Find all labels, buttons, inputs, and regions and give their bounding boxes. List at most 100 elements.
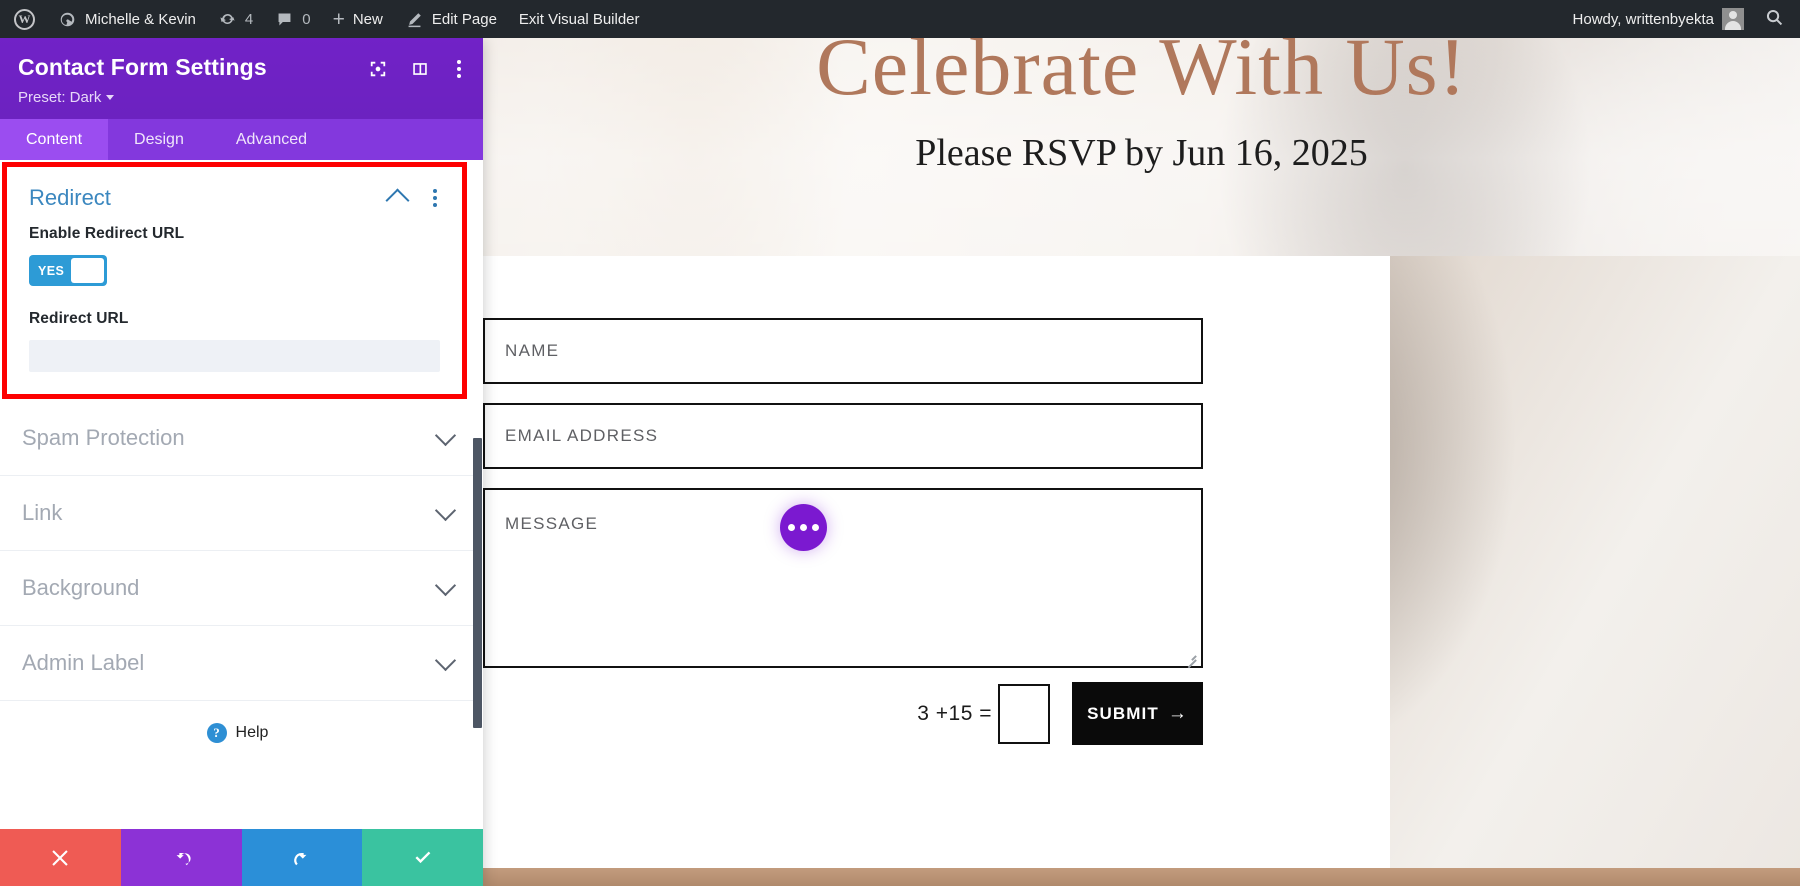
panel-title: Contact Form Settings <box>18 54 267 80</box>
panel-header: Contact Form Settings Preset: Dark <box>0 38 483 120</box>
visual-builder-fab-button[interactable] <box>780 504 827 551</box>
focus-target-icon[interactable] <box>369 60 387 78</box>
submit-button[interactable]: SUBMIT → <box>1072 682 1203 745</box>
bottom-color-strip <box>483 868 1800 886</box>
avatar <box>1722 8 1744 30</box>
wordpress-logo-button[interactable] <box>0 0 47 38</box>
redirect-section-highlight: Redirect Enable Redirect URL YES Redirec… <box>2 162 467 400</box>
spam-protection-label: Spam Protection <box>22 425 185 451</box>
chevron-up-icon[interactable] <box>385 188 410 213</box>
toggle-value-label: YES <box>38 263 65 278</box>
tab-content[interactable]: Content <box>0 119 109 161</box>
arrow-right-icon: → <box>1167 703 1188 724</box>
sidebar-item-spam-protection[interactable]: Spam Protection <box>0 401 475 477</box>
more-dots-icon <box>788 524 795 531</box>
comments-count: 0 <box>302 10 311 28</box>
preset-label: Preset: Dark <box>18 89 102 107</box>
search-button[interactable] <box>1755 0 1800 38</box>
wordpress-logo-icon <box>14 8 35 30</box>
site-name-label: Michelle & Kevin <box>85 10 196 28</box>
contact-form-module: NAME EMAIL ADDRESS MESSAGE 3 +15 = SUBMI… <box>483 256 1390 868</box>
comments-icon <box>275 10 294 29</box>
panel-tabs: Content Design Advanced <box>0 119 483 161</box>
captcha-question: 3 +15 = <box>917 701 992 725</box>
page-title: Celebrate With Us! <box>816 38 1467 112</box>
page-subtitle: Please RSVP by Jun 16, 2025 <box>915 132 1368 174</box>
chevron-down-icon <box>106 95 115 101</box>
admin-label-label: Admin Label <box>22 650 145 676</box>
plus-icon: + <box>332 7 345 31</box>
updates-icon <box>218 10 237 29</box>
layout-panel-icon[interactable] <box>411 60 429 78</box>
redirect-section-title: Redirect <box>29 185 111 211</box>
site-name-menu[interactable]: Michelle & Kevin <box>47 0 207 38</box>
redo-icon <box>294 852 307 865</box>
page-preview: Celebrate With Us! Please RSVP by Jun 16… <box>483 38 1800 886</box>
panel-scrollbar[interactable] <box>473 438 482 729</box>
captcha-group: 3 +15 = <box>917 683 1050 744</box>
redirect-url-input[interactable] <box>29 340 440 373</box>
dashboard-icon <box>58 10 77 29</box>
close-x-icon <box>52 849 69 866</box>
help-label: Help <box>235 724 269 742</box>
hero-section: Celebrate With Us! Please RSVP by Jun 16… <box>483 38 1800 256</box>
enable-redirect-label: Enable Redirect URL <box>29 225 185 243</box>
checkmark-icon <box>415 851 430 863</box>
cancel-button[interactable] <box>0 829 121 886</box>
visual-builder-screen: Michelle & Kevin 4 0 + New Edit Page Exi… <box>0 0 1800 886</box>
redirect-url-label: Redirect URL <box>29 310 129 328</box>
link-label: Link <box>22 500 63 526</box>
sidebar-item-admin-label[interactable]: Admin Label <box>0 626 475 702</box>
exit-visual-builder-label: Exit Visual Builder <box>518 10 640 28</box>
account-menu[interactable]: Howdy, writtenbyekta <box>1562 0 1755 38</box>
undo-icon <box>176 852 191 865</box>
resize-grip-icon[interactable] <box>1184 650 1198 664</box>
tab-advanced[interactable]: Advanced <box>210 119 333 160</box>
captcha-input[interactable] <box>998 683 1050 744</box>
wp-admin-bar: Michelle & Kevin 4 0 + New Edit Page Exi… <box>0 0 1800 38</box>
email-field[interactable]: EMAIL ADDRESS <box>483 403 1203 469</box>
form-footer-row: 3 +15 = SUBMIT → <box>483 682 1203 745</box>
sidebar-item-background[interactable]: Background <box>0 551 475 627</box>
background-label: Background <box>22 575 140 601</box>
name-field[interactable]: NAME <box>483 318 1203 384</box>
exit-visual-builder-button[interactable]: Exit Visual Builder <box>508 0 651 38</box>
redo-button[interactable] <box>241 829 363 886</box>
message-field[interactable]: MESSAGE <box>483 488 1203 668</box>
chevron-down-icon <box>434 574 457 597</box>
panel-footer-toolbar <box>0 829 483 886</box>
updates-button[interactable]: 4 <box>207 0 264 38</box>
module-settings-panel: Contact Form Settings Preset: Dark Conte… <box>0 38 483 886</box>
chevron-down-icon <box>434 499 457 522</box>
toggle-knob <box>71 258 104 284</box>
updates-count: 4 <box>244 10 254 28</box>
message-placeholder: MESSAGE <box>505 514 599 533</box>
redirect-options-icon[interactable] <box>428 187 442 209</box>
submit-label: SUBMIT <box>1087 703 1159 723</box>
sidebar-item-link[interactable]: Link <box>0 476 475 552</box>
help-button[interactable]: ? Help <box>0 701 475 764</box>
chevron-down-icon <box>434 649 457 672</box>
tab-design[interactable]: Design <box>108 119 210 160</box>
more-options-icon[interactable] <box>453 58 465 80</box>
email-placeholder: EMAIL ADDRESS <box>505 426 659 445</box>
question-mark-icon: ? <box>206 723 227 744</box>
new-content-button[interactable]: + New <box>322 0 394 38</box>
enable-redirect-field: Enable Redirect URL YES Redirect URL <box>7 225 462 394</box>
search-icon <box>1765 8 1784 31</box>
preset-selector[interactable]: Preset: Dark <box>18 89 115 107</box>
panel-scroll-area: Redirect Enable Redirect URL YES Redirec… <box>0 160 475 829</box>
save-button[interactable] <box>362 829 483 886</box>
redirect-section-header[interactable]: Redirect <box>7 167 462 225</box>
edit-page-label: Edit Page <box>431 10 497 28</box>
new-label: New <box>352 10 383 28</box>
edit-page-button[interactable]: Edit Page <box>394 0 508 38</box>
comments-button[interactable]: 0 <box>264 0 321 38</box>
name-placeholder: NAME <box>505 341 560 360</box>
chevron-down-icon <box>434 424 457 447</box>
howdy-label: Howdy, writtenbyekta <box>1572 10 1714 28</box>
panel-body: Redirect Enable Redirect URL YES Redirec… <box>0 160 483 829</box>
enable-redirect-toggle[interactable]: YES <box>29 255 107 287</box>
undo-button[interactable] <box>120 829 242 886</box>
pencil-icon <box>405 10 424 29</box>
